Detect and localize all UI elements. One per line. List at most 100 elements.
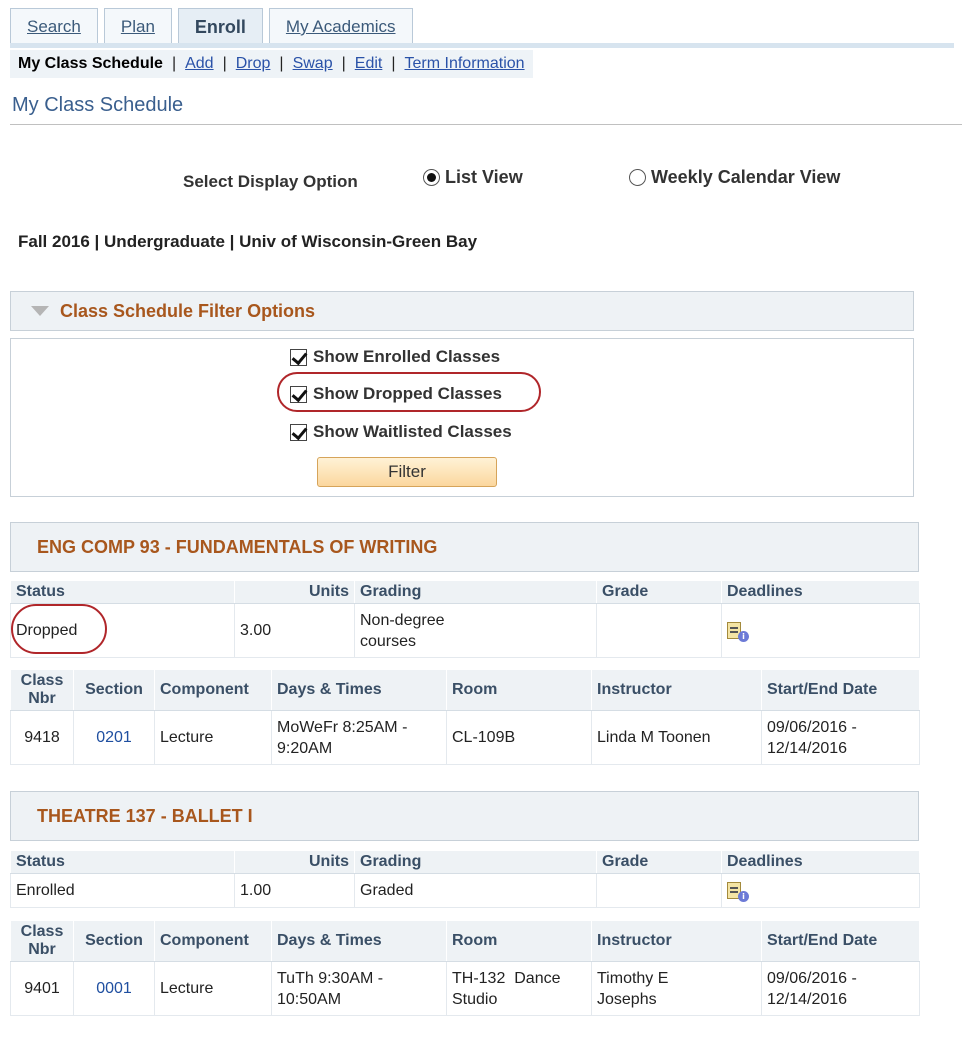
collapse-triangle-icon[interactable] bbox=[31, 306, 49, 316]
section-link[interactable]: 0001 bbox=[96, 980, 132, 997]
filter-options-panel: Show Enrolled Classes Show Dropped Class… bbox=[10, 338, 914, 497]
units-column-header: Units bbox=[234, 850, 355, 874]
instructor-line-1: Linda M Toonen bbox=[597, 729, 711, 746]
grading-cell: Non-degree courses bbox=[354, 603, 597, 658]
section-header-row: Class Nbr Section Component Days & Times … bbox=[10, 669, 920, 711]
room-line-1: CL-109B bbox=[452, 729, 516, 746]
section-header-row: Class Nbr Section Component Days & Times … bbox=[10, 920, 920, 962]
subnav-drop-link[interactable]: Drop bbox=[236, 55, 271, 72]
component-value: Lecture bbox=[154, 961, 272, 1016]
start-date: 09/06/2016 - bbox=[767, 969, 857, 987]
table-row: 9418 0201 Lecture MoWeFr 8:25AM -9:20AM … bbox=[10, 710, 920, 765]
list-view-label: List View bbox=[445, 167, 523, 187]
subnav-separator: | bbox=[171, 55, 177, 72]
title-divider bbox=[10, 124, 962, 125]
class-status-table: Status Units Grading Grade Deadlines Dro… bbox=[10, 580, 920, 658]
subnav-separator: | bbox=[391, 55, 396, 72]
filter-options-header[interactable]: Class Schedule Filter Options bbox=[10, 291, 914, 331]
tab-enroll-label: Enroll bbox=[194, 17, 246, 37]
days-times-cell: TuTh 9:30AM - 10:50AM bbox=[271, 961, 447, 1016]
deadlines-calendar-icon[interactable]: i bbox=[727, 621, 749, 642]
grading-value: Graded bbox=[354, 873, 597, 908]
end-date: 12/14/2016 bbox=[767, 739, 848, 757]
class-title-header: THEATRE 137 - BALLET I bbox=[10, 791, 919, 841]
class-status-table: Status Units Grading Grade Deadlines Enr… bbox=[10, 850, 920, 908]
subnav-term-information-link[interactable]: Term Information bbox=[405, 55, 525, 72]
status-cell: Dropped bbox=[10, 603, 235, 658]
radio-dot-icon bbox=[427, 173, 436, 182]
page-title: My Class Schedule bbox=[12, 94, 184, 116]
start-end-date-column-header: Start/End Date bbox=[761, 669, 920, 711]
class-nbr-header-line-1: Class bbox=[20, 923, 64, 940]
days-times-line-2: 9:20AM bbox=[277, 739, 333, 757]
units-value: 1.00 bbox=[234, 873, 355, 908]
show-enrolled-checkbox-row[interactable]: Show Enrolled Classes bbox=[290, 347, 500, 367]
show-waitlisted-checkbox[interactable] bbox=[290, 423, 307, 441]
deadlines-cell: i bbox=[721, 873, 920, 908]
instructor-cell: Linda M Toonen bbox=[591, 710, 762, 765]
subnav-add-link[interactable]: Add bbox=[185, 55, 213, 72]
tab-plan-label: Plan bbox=[120, 17, 155, 36]
deadlines-column-header: Deadlines bbox=[721, 850, 920, 874]
subnav-swap-link[interactable]: Swap bbox=[293, 55, 333, 72]
filter-button[interactable]: Filter bbox=[317, 457, 497, 487]
list-view-radio[interactable]: List View bbox=[423, 167, 523, 188]
class-nbr-header-line-1: Class bbox=[20, 672, 64, 689]
tab-my-academics[interactable]: My Academics bbox=[268, 8, 413, 44]
grade-value bbox=[596, 603, 722, 658]
show-waitlisted-checkbox-row[interactable]: Show Waitlisted Classes bbox=[290, 422, 512, 442]
grading-column-header: Grading bbox=[354, 850, 597, 874]
radio-selected-icon[interactable] bbox=[423, 169, 440, 186]
dropped-status-highlight-annotation bbox=[11, 604, 107, 654]
section-column-header: Section bbox=[73, 669, 155, 711]
days-times-line-1: TuTh 9:30AM - bbox=[277, 969, 384, 987]
start-end-date-column-header: Start/End Date bbox=[761, 920, 920, 962]
room-line-2: Studio bbox=[452, 990, 498, 1008]
instructor-line-2: Josephs bbox=[597, 990, 657, 1008]
dropped-highlight-annotation bbox=[277, 372, 541, 412]
class-nbr-value: 9401 bbox=[10, 961, 74, 1016]
tab-search-label: Search bbox=[27, 17, 81, 36]
subnav-separator: | bbox=[279, 55, 284, 72]
units-value: 3.00 bbox=[234, 603, 355, 658]
subnav-separator: | bbox=[222, 55, 227, 72]
grading-line-1: Non-degree bbox=[360, 611, 445, 629]
class-nbr-header-line-2: Nbr bbox=[28, 690, 56, 707]
days-times-line-2: 10:50AM bbox=[277, 990, 342, 1008]
table-row: Enrolled 1.00 Graded i bbox=[10, 873, 920, 908]
days-times-column-header: Days & Times bbox=[271, 669, 447, 711]
table-row: Dropped 3.00 Non-degree courses i bbox=[10, 603, 920, 658]
section-cell: 0201 bbox=[73, 710, 155, 765]
status-value: Enrolled bbox=[10, 873, 235, 908]
term-career-institution: Fall 2016 | Undergraduate | Univ of Wisc… bbox=[18, 232, 478, 251]
grading-column-header: Grading bbox=[354, 580, 597, 604]
show-enrolled-checkbox[interactable] bbox=[290, 348, 307, 366]
display-option-label: Select Display Option bbox=[183, 172, 358, 191]
deadlines-calendar-icon[interactable]: i bbox=[727, 881, 749, 902]
weekly-calendar-view-radio[interactable]: Weekly Calendar View bbox=[629, 167, 840, 188]
component-column-header: Component bbox=[154, 920, 272, 962]
room-cell: CL-109B bbox=[446, 710, 592, 765]
units-column-header: Units bbox=[234, 580, 355, 604]
class-nbr-value: 9418 bbox=[10, 710, 74, 765]
class-nbr-column-header: Class Nbr bbox=[10, 669, 74, 711]
show-waitlisted-label: Show Waitlisted Classes bbox=[313, 422, 512, 441]
tab-search[interactable]: Search bbox=[10, 8, 98, 44]
instructor-cell: Timothy E Josephs bbox=[591, 961, 762, 1016]
status-column-header: Status bbox=[10, 580, 235, 604]
section-link[interactable]: 0201 bbox=[96, 729, 132, 746]
days-times-cell: MoWeFr 8:25AM - 9:20AM bbox=[271, 710, 447, 765]
component-value: Lecture bbox=[154, 710, 272, 765]
tab-enroll[interactable]: Enroll bbox=[177, 8, 263, 44]
radio-unselected-icon[interactable] bbox=[629, 169, 646, 186]
table-row: 9401 0001 Lecture TuTh 9:30AM - 10:50AM T… bbox=[10, 961, 920, 1016]
subnav-edit-link[interactable]: Edit bbox=[355, 55, 383, 72]
component-column-header: Component bbox=[154, 669, 272, 711]
section-column-header: Section bbox=[73, 920, 155, 962]
deadlines-column-header: Deadlines bbox=[721, 580, 920, 604]
days-times-line-1: MoWeFr 8:25AM - bbox=[277, 718, 408, 736]
class-title-header: ENG COMP 93 - FUNDAMENTALS OF WRITING bbox=[10, 522, 919, 572]
tab-plan[interactable]: Plan bbox=[103, 8, 172, 44]
room-column-header: Room bbox=[446, 669, 592, 711]
room-column-header: Room bbox=[446, 920, 592, 962]
